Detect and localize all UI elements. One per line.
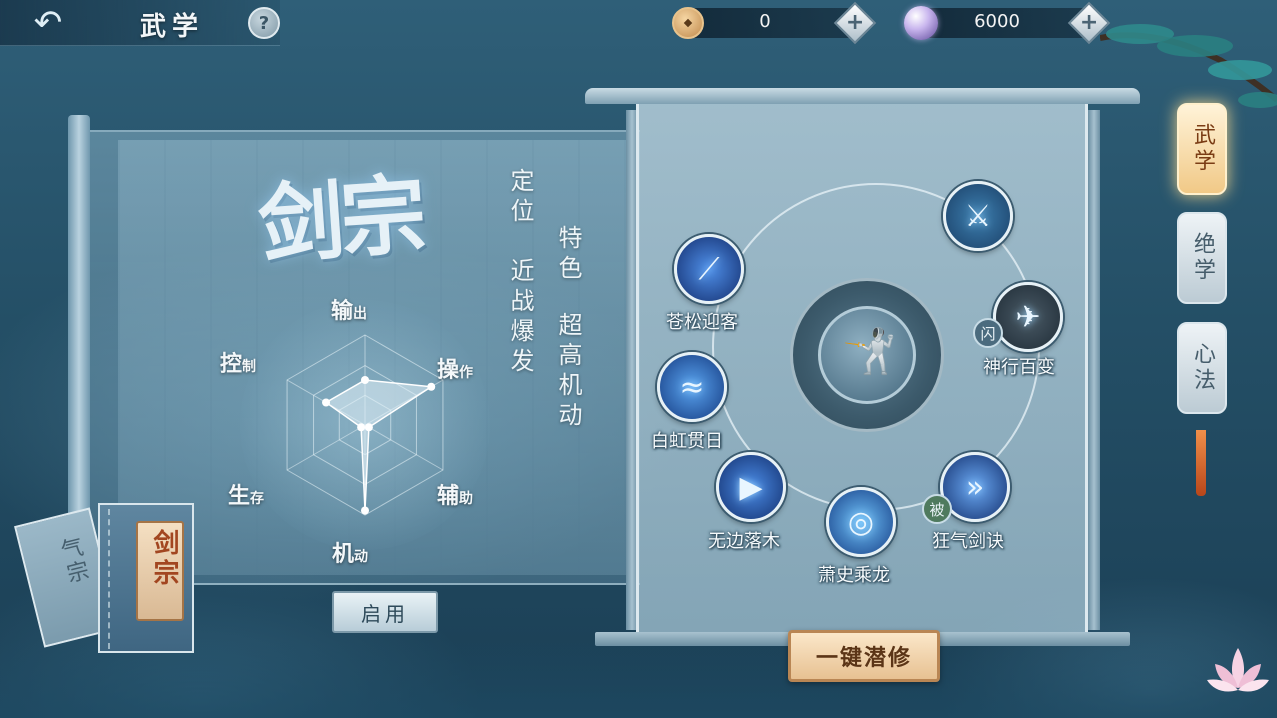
blue-wave-icon: ≈: [679, 369, 705, 405]
radar-point: [427, 382, 436, 391]
radar-label-control: 控制: [220, 351, 257, 377]
radar-point: [357, 423, 366, 432]
tab-ultimate-skills[interactable]: 绝学: [1177, 212, 1227, 304]
feature-label: 特色: [554, 225, 582, 285]
dash-figure-icon: ✈: [1015, 299, 1041, 335]
lotus-decoration: [1207, 648, 1269, 692]
help-button[interactable]: ?: [248, 7, 280, 39]
dodge-tag: 闪: [973, 318, 1003, 348]
one-click-cultivate-button[interactable]: 一键潜修: [788, 630, 940, 682]
skill-name: 萧史乘龙: [818, 565, 890, 586]
spirit-pearl-value: 6000: [974, 11, 1020, 32]
activate-button[interactable]: 启用: [332, 591, 438, 633]
back-arrow-icon: ↶: [33, 3, 63, 43]
tassel-decoration: [1196, 430, 1206, 496]
radar-point: [361, 506, 369, 515]
panel-right-rod: [1088, 110, 1100, 630]
skill-triple-sword[interactable]: ⚔: [943, 181, 1013, 251]
back-button[interactable]: ↶: [18, 3, 78, 43]
blue-arrow-icon: »: [965, 469, 985, 505]
martial-pose-icon: 🤺: [842, 326, 897, 377]
skill-shenxing-baibian[interactable]: ✈: [993, 282, 1063, 352]
plus-icon: +: [1079, 10, 1099, 35]
panel-top-rod: [585, 88, 1140, 104]
attribute-radar-chart: [286, 334, 444, 516]
skill-name: 无边落木: [708, 531, 780, 552]
book-binding: [108, 509, 116, 649]
book-title-plate: 剑宗: [136, 521, 184, 621]
positioning-value: 近战爆发: [506, 258, 534, 378]
radar-label-mobility: 机动: [332, 541, 369, 567]
skill-name: 白虹贯日: [651, 431, 723, 452]
passive-tag: 被: [922, 494, 952, 524]
book-label: 剑宗: [149, 529, 179, 589]
positioning-label: 定位: [506, 168, 534, 228]
tab-martial-arts[interactable]: 武学: [1177, 103, 1227, 195]
copper-coin-icon: [672, 7, 704, 39]
book-sword-school-selected[interactable]: 剑宗: [98, 503, 194, 653]
radar-value-polygon: [324, 379, 434, 511]
skill-name: 神行百变: [983, 357, 1055, 378]
blue-vortex-icon: ◎: [847, 504, 875, 540]
tab-mind-methods[interactable]: 心法: [1177, 322, 1227, 414]
radar-label-survival: 生存: [228, 483, 265, 509]
skill-cangsong-yingke[interactable]: ⟋: [674, 234, 744, 304]
skill-name: 狂气剑诀: [932, 531, 1004, 552]
spirit-pearl-icon: [904, 6, 938, 40]
radar-point: [364, 423, 373, 432]
triple-sword-icon: ⚔: [964, 198, 992, 234]
page-title: 武学: [140, 12, 205, 42]
radar-point: [361, 376, 369, 384]
book-label: 气宗: [54, 534, 91, 588]
copper-coin-value: 0: [759, 11, 771, 32]
class-name-calligraphy: 剑宗: [255, 164, 426, 277]
blue-triangle-strike-icon: ▶: [739, 469, 763, 505]
radar-point: [322, 398, 331, 407]
radar-label-support: 辅助: [437, 483, 474, 509]
feature-value: 超高机动: [554, 312, 582, 432]
spirit-pearl-display: 6000: [922, 8, 1092, 38]
radar-label-operation: 操作: [437, 357, 474, 383]
skill-wubian-luomu[interactable]: ▶: [716, 452, 786, 522]
radar-label-output: 输出: [331, 298, 368, 324]
blue-sword-slash-icon: ⟋: [698, 251, 720, 287]
skill-baihong-guanri[interactable]: ≈: [657, 352, 727, 422]
plus-icon: +: [845, 10, 865, 35]
skill-name: 苍松迎客: [666, 312, 738, 333]
skill-xiaoshi-chenglong[interactable]: ◎: [826, 487, 896, 557]
